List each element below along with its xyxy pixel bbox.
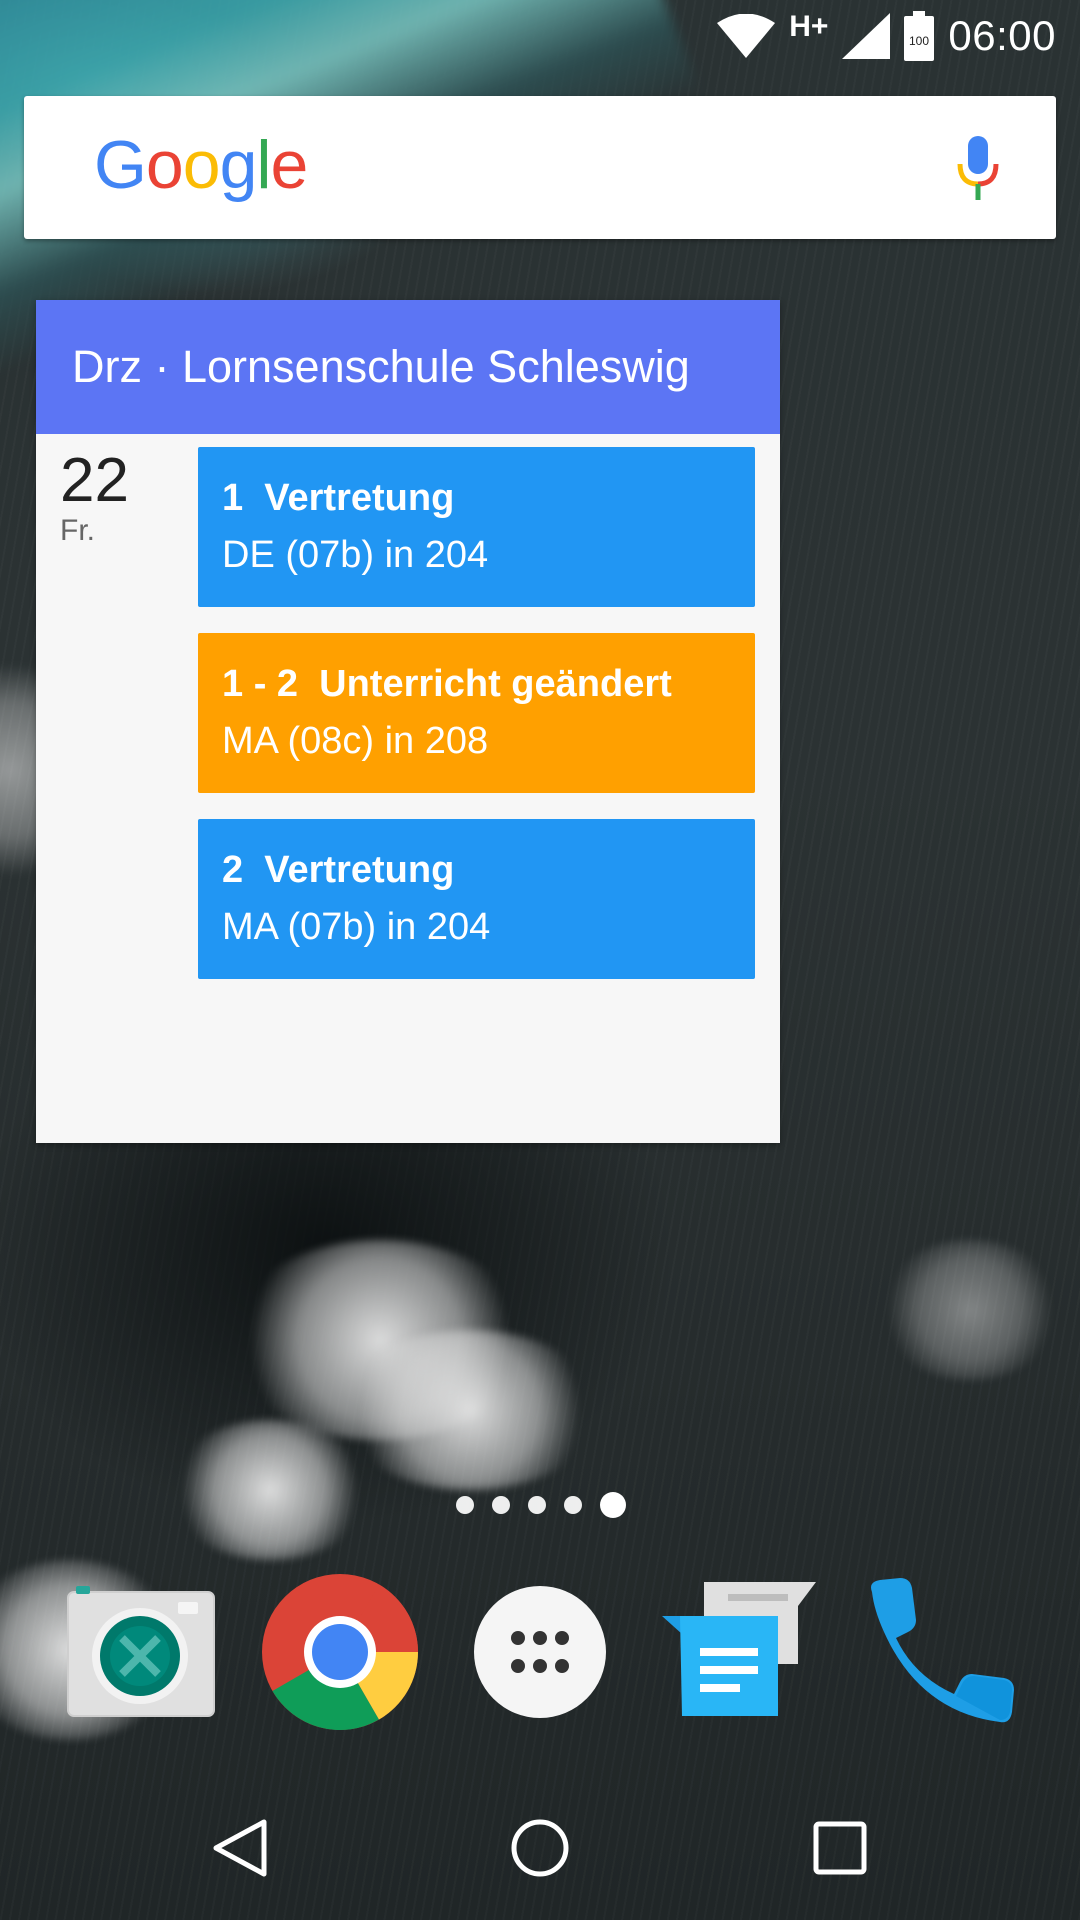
status-bar: H+ 100 06:00 bbox=[0, 0, 1080, 72]
page-indicator bbox=[456, 1492, 626, 1518]
back-icon[interactable] bbox=[208, 1816, 272, 1880]
event-title: 2 Vertretung bbox=[222, 849, 455, 891]
event-card[interactable]: 1 Vertretung DE (07b) in 204 bbox=[198, 447, 755, 607]
app-drawer-icon[interactable] bbox=[460, 1572, 620, 1732]
signal-icon bbox=[842, 13, 891, 59]
page-dot bbox=[492, 1496, 510, 1514]
status-time: 06:00 bbox=[948, 12, 1056, 59]
recents-icon[interactable] bbox=[808, 1816, 872, 1880]
google-search-bar[interactable]: Google bbox=[24, 96, 1056, 239]
page-dot bbox=[528, 1496, 546, 1514]
wifi-icon bbox=[717, 14, 776, 58]
substitution-plan-widget[interactable]: Drz · Lornsenschule Schleswig 22 Fr. 1 V… bbox=[36, 300, 780, 1143]
google-logo-letter: g bbox=[219, 127, 258, 203]
navigation-bar bbox=[0, 1776, 1080, 1920]
widget-header[interactable]: Drz · Lornsenschule Schleswig bbox=[36, 300, 780, 434]
event-card[interactable]: 1 - 2 Unterricht geändert MA (08c) in 20… bbox=[198, 633, 755, 793]
event-detail: DE (07b) in 204 bbox=[222, 534, 489, 576]
phone-icon[interactable] bbox=[860, 1572, 1020, 1732]
chrome-icon[interactable] bbox=[260, 1572, 420, 1732]
wallpaper-cloud bbox=[170, 1420, 370, 1560]
day-name: Fr. bbox=[60, 514, 95, 547]
page-dot-active bbox=[600, 1492, 626, 1518]
wallpaper-cloud bbox=[340, 1330, 600, 1490]
messenger-icon[interactable] bbox=[660, 1572, 820, 1732]
event-detail: MA (08c) in 208 bbox=[222, 720, 489, 762]
wallpaper-cloud bbox=[880, 1240, 1060, 1380]
mic-icon[interactable] bbox=[956, 136, 1000, 200]
battery-level: 100 bbox=[909, 34, 929, 48]
battery-icon: 100 bbox=[904, 11, 935, 61]
google-logo-letter: o bbox=[182, 127, 221, 203]
event-title: 1 - 2 Unterricht geändert bbox=[222, 663, 672, 705]
day-column: 22 Fr. bbox=[60, 450, 129, 548]
google-logo-letter: e bbox=[270, 127, 309, 203]
google-logo-letter: G bbox=[94, 127, 147, 203]
google-logo-letter: l bbox=[256, 127, 271, 203]
network-type-label: H+ bbox=[789, 10, 829, 43]
google-logo: Google bbox=[94, 126, 309, 204]
widget-title: Drz · Lornsenschule Schleswig bbox=[72, 341, 690, 392]
camera-icon[interactable] bbox=[60, 1572, 220, 1732]
event-title: 1 Vertretung bbox=[222, 477, 455, 519]
google-logo-letter: o bbox=[145, 127, 184, 203]
home-icon[interactable] bbox=[508, 1816, 572, 1880]
day-number: 22 bbox=[60, 446, 129, 515]
page-dot bbox=[564, 1496, 582, 1514]
event-detail: MA (07b) in 204 bbox=[222, 906, 491, 948]
page-dot bbox=[456, 1496, 474, 1514]
event-card[interactable]: 2 Vertretung MA (07b) in 204 bbox=[198, 819, 755, 979]
